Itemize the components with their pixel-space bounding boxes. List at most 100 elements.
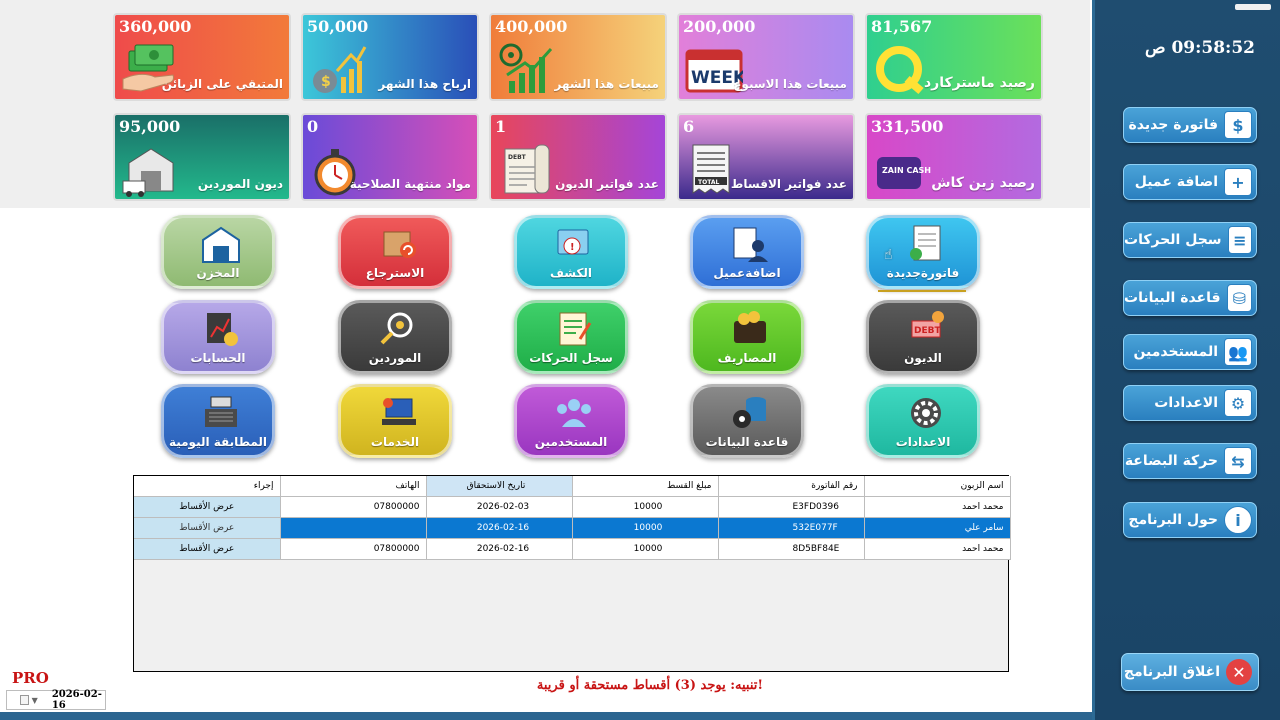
view-installments-button[interactable]: عرض الأقساط xyxy=(134,538,281,560)
suppliers-button[interactable]: الموردين xyxy=(338,300,452,374)
cell-customer-name[interactable]: محمد احمد xyxy=(864,538,1011,560)
col-phone[interactable]: الهاتف xyxy=(280,476,427,497)
cell-installment-amount[interactable]: 10000 xyxy=(572,496,719,518)
cell-phone[interactable]: 07800000 xyxy=(280,496,427,518)
sidebar: 09:58:52 ص فاتورة جديدة $ اضافة عميل + س… xyxy=(1092,0,1280,720)
svg-text:$: $ xyxy=(321,74,331,90)
warehouse-icon xyxy=(202,226,240,263)
button-label: الاعدادات xyxy=(895,435,951,449)
add-customer-button[interactable]: اضافةعميل xyxy=(690,215,804,289)
sidebar-item-label: سجل الحركات xyxy=(1124,232,1222,248)
chevron-down-icon[interactable]: ▼ xyxy=(32,696,38,705)
card-week-sales[interactable]: 200,000 WEEK مبيعات هذا الاسبوع xyxy=(677,13,855,101)
cell-phone[interactable] xyxy=(280,517,427,539)
gear-icon: ⚙ xyxy=(1224,389,1252,417)
statement-button[interactable]: ! الكشف xyxy=(514,215,628,289)
movement-log-icon xyxy=(559,312,592,346)
cell-due-date[interactable]: 2026-02-03 xyxy=(426,496,573,518)
movement-log-button[interactable]: سجل الحركات xyxy=(514,300,628,374)
window-control-bar[interactable] xyxy=(1235,4,1271,10)
cell-invoice-number[interactable]: 532E077F xyxy=(718,517,865,539)
cell-installment-amount[interactable]: 10000 xyxy=(572,517,719,539)
accounts-button[interactable]: الحسابات xyxy=(161,300,275,374)
sidebar-new-invoice-button[interactable]: فاتورة جديدة $ xyxy=(1123,107,1257,143)
cell-invoice-number[interactable]: 8D5BF84E xyxy=(718,538,865,560)
cell-phone[interactable]: 07800000 xyxy=(280,538,427,560)
sidebar-settings-button[interactable]: الاعدادات ⚙ xyxy=(1123,385,1257,421)
warehouse-button[interactable]: المخزن xyxy=(161,215,275,289)
users-button[interactable]: المستخدمين xyxy=(514,384,628,458)
database-icon: ⛁ xyxy=(1226,284,1252,312)
zaincash-badge-text: ZAIN CASH xyxy=(882,166,931,175)
view-installments-button[interactable]: عرض الأقساط xyxy=(134,517,281,539)
wallet-icon xyxy=(734,311,766,343)
sidebar-add-customer-button[interactable]: اضافة عميل + xyxy=(1123,164,1257,200)
card-title: مواد منتهية الصلاحية xyxy=(349,177,471,191)
card-title: ديون الموردين xyxy=(197,177,283,191)
view-installments-button[interactable]: عرض الأقساط xyxy=(134,496,281,518)
log-icon: ≡ xyxy=(1227,226,1252,254)
cell-customer-name[interactable]: محمد احمد xyxy=(864,496,1011,518)
expenses-button[interactable]: المصاريف xyxy=(690,300,804,374)
col-customer-name[interactable]: اسم الزبون xyxy=(864,476,1011,497)
debts-button[interactable]: DEBT الديون xyxy=(866,300,980,374)
card-title: مبيعات هذا الشهر xyxy=(554,77,659,91)
card-supplier-debts[interactable]: 95,000 ديون الموردين xyxy=(113,113,291,201)
button-label: سجل الحركات xyxy=(529,351,613,365)
sidebar-about-button[interactable]: حول البرنامج i xyxy=(1123,502,1257,538)
card-title: المتبقي على الزبائن xyxy=(161,77,283,91)
date-value: 2026-02-16 xyxy=(51,689,102,711)
button-label: المصاريف xyxy=(717,351,777,365)
date-picker[interactable]: ▼ 2026-02-16 xyxy=(6,689,106,711)
table-row[interactable]: سامر علي 532E077F 10000 2026-02-16 عرض ا… xyxy=(134,517,1011,539)
return-box-icon xyxy=(383,231,416,258)
invoice-icon: $ xyxy=(1224,111,1252,139)
pro-label: PRO xyxy=(12,669,49,687)
card-expired-items[interactable]: 0 مواد منتهية الصلاحية xyxy=(301,113,479,201)
card-title: عدد فواتير الديون xyxy=(555,177,659,191)
sidebar-movement-log-button[interactable]: سجل الحركات ≡ xyxy=(1123,222,1257,258)
exit-label: اغلاق البرنامج xyxy=(1123,664,1220,680)
card-zaincash-balance[interactable]: 331,500 ZAIN CASH رصيد زين كاش xyxy=(865,113,1043,201)
cell-customer-name[interactable]: سامر علي xyxy=(864,517,1011,539)
return-button[interactable]: الاسترجاع xyxy=(338,215,452,289)
col-due-date[interactable]: تاريخ الاستحقاق xyxy=(426,476,573,497)
cell-due-date[interactable]: 2026-02-16 xyxy=(426,538,573,560)
card-month-sales[interactable]: 400,000 مبيعات هذا الشهر xyxy=(489,13,667,101)
database-button[interactable]: قاعدة البيانات xyxy=(690,384,804,458)
card-value: 331,500 xyxy=(871,117,944,136)
button-label: اضافةعميل xyxy=(713,266,781,280)
cell-installment-amount[interactable]: 10000 xyxy=(572,538,719,560)
col-invoice-number[interactable]: رقم الفاتورة xyxy=(718,476,865,497)
card-customers-remaining[interactable]: 360,000 المتبقي على الزبائن xyxy=(113,13,291,101)
card-mastercard-balance[interactable]: 81,567 رصيد ماستركارد xyxy=(865,13,1043,101)
button-label: قاعدة البيانات xyxy=(705,435,789,449)
close-program-button[interactable]: اغلاق البرنامج ✕ xyxy=(1121,653,1259,691)
card-title: عدد فواتير الاقساط xyxy=(730,177,847,191)
table-row[interactable]: محمد احمد E3FD0396 10000 2026-02-03 0780… xyxy=(134,496,1011,518)
sidebar-item-label: قاعدة البيانات xyxy=(1124,290,1221,306)
table-row[interactable]: محمد احمد 8D5BF84E 10000 2026-02-16 0780… xyxy=(134,538,1011,560)
cell-due-date[interactable]: 2026-02-16 xyxy=(426,517,573,539)
installments-table[interactable]: اسم الزبون رقم الفاتورة مبلغ القسط تاريخ… xyxy=(133,475,1011,672)
card-value: 6 xyxy=(683,117,695,136)
due-installments-alert: !تنبيه: يوجد (3) أقساط مستحقة أو قريبة xyxy=(536,678,764,693)
daily-reconciliation-button[interactable]: المطابقة اليومية xyxy=(161,384,275,458)
sidebar-users-button[interactable]: المستخدمين 👥 xyxy=(1123,334,1257,370)
sidebar-database-button[interactable]: قاعدة البيانات ⛁ xyxy=(1123,280,1257,316)
date-checkbox[interactable] xyxy=(20,695,29,705)
card-month-profit[interactable]: 50,000 $ ارباح هذا الشهر xyxy=(301,13,479,101)
col-action[interactable]: إجراء xyxy=(134,476,281,497)
services-button[interactable]: الخدمات xyxy=(338,384,452,458)
card-debt-invoices[interactable]: 1 DEBT عدد فواتير الديون xyxy=(489,113,667,201)
services-icon xyxy=(382,398,416,425)
sidebar-goods-movement-button[interactable]: حركة البضاعة ⇆ xyxy=(1123,443,1257,479)
col-installment-amount[interactable]: مبلغ القسط xyxy=(572,476,719,497)
button-label: الموردين xyxy=(368,351,422,365)
cell-invoice-number[interactable]: E3FD0396 xyxy=(718,496,865,518)
card-value: 50,000 xyxy=(307,17,369,36)
card-installment-invoices[interactable]: 6 TOTAL عدد فواتير الاقساط xyxy=(677,113,855,201)
settings-button[interactable]: الاعدادات xyxy=(866,384,980,458)
users-group-icon xyxy=(557,399,591,427)
add-user-icon: + xyxy=(1224,168,1252,196)
